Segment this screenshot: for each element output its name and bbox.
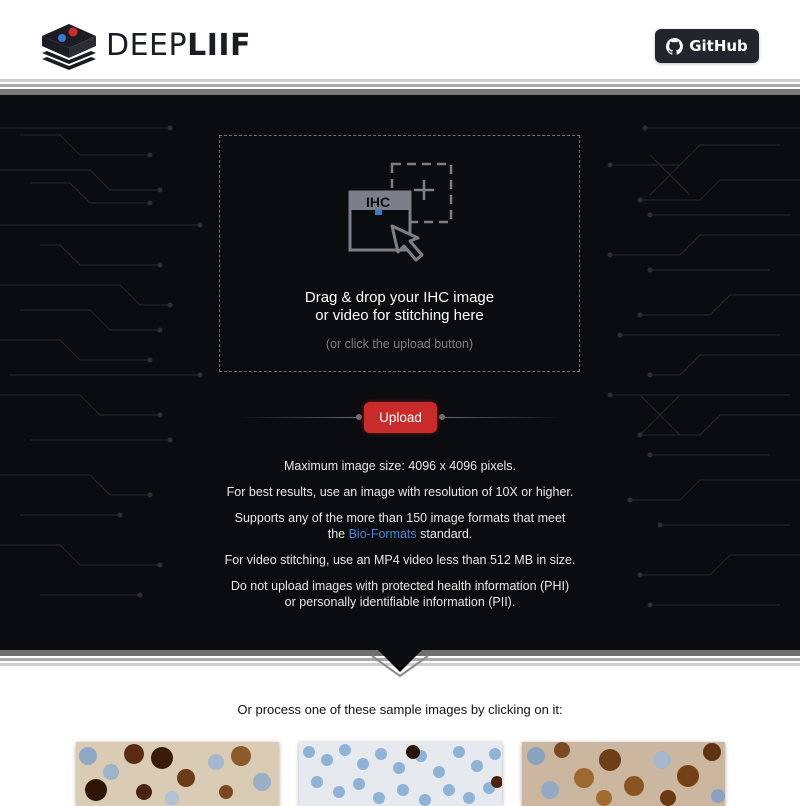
- upload-node-right: [439, 414, 445, 420]
- upload-button[interactable]: Upload: [364, 402, 437, 433]
- formats-text: Supports any of the more than 150 image …: [234, 511, 566, 541]
- bio-formats-link[interactable]: Bio-Formats: [349, 527, 417, 541]
- drop-sub-instructions: (or click the upload button): [325, 337, 474, 351]
- header-divider: [0, 79, 800, 95]
- drop-instructions: Drag & drop your IHC image or video for …: [304, 289, 495, 324]
- logo-wordmark: DEEPLIIF: [106, 28, 252, 63]
- file-drop-zone[interactable]: IHC Drag & drop your IHC image or video …: [219, 135, 580, 372]
- upload-image-cursor-icon: [348, 162, 453, 262]
- upload-row: Upload: [0, 401, 800, 433]
- github-icon: [666, 37, 684, 55]
- site-header: DEEPLIIF GitHub: [0, 0, 800, 80]
- deepliif-logo[interactable]: DEEPLIIF: [40, 22, 251, 70]
- github-label: GitHub: [689, 37, 748, 55]
- phi-warning-text: Do not upload images with protected heal…: [230, 579, 570, 609]
- sample-ihc-image-3[interactable]: [522, 742, 725, 806]
- section-divider-chevron: [0, 650, 800, 678]
- github-button[interactable]: GitHub: [655, 29, 759, 63]
- upload-info: Maximum image size: 4096 x 4096 pixels. …: [200, 458, 600, 620]
- best-results-text: For best results, use an image with reso…: [226, 485, 574, 499]
- video-text: For video stitching, use an MP4 video le…: [224, 553, 576, 567]
- sample-ihc-image-1[interactable]: [76, 742, 279, 806]
- ihc-icon-label: IHC: [366, 194, 391, 210]
- upload-line-left: [240, 417, 360, 418]
- samples-title: Or process one of these sample images by…: [237, 702, 563, 717]
- deepliif-logo-icon: [42, 24, 96, 70]
- max-size-text: Maximum image size: 4096 x 4096 pixels.: [283, 459, 517, 473]
- upload-node-left: [356, 414, 362, 420]
- upload-section: IHC Drag & drop your IHC image or video …: [0, 95, 800, 652]
- sample-ihc-image-2[interactable]: [299, 742, 502, 806]
- upload-line-right: [440, 417, 560, 418]
